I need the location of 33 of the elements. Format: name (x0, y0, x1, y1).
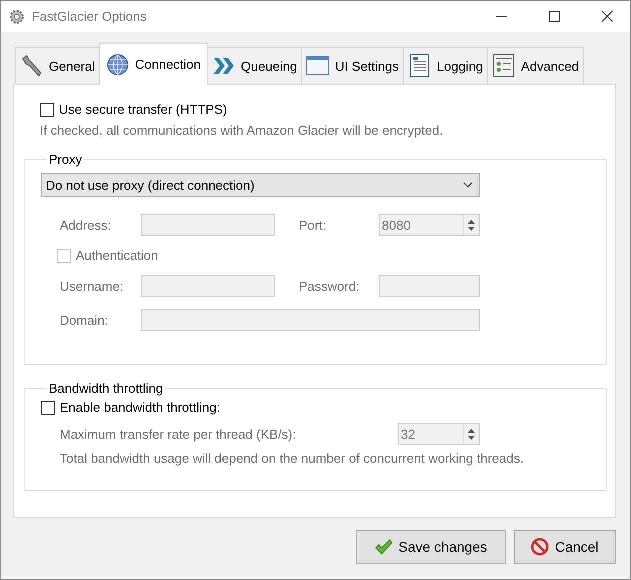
caret-icon (463, 182, 473, 188)
checkbox-label[interactable]: Use secure transfer (HTTPS) (59, 102, 228, 117)
tab[interactable]: Connection (99, 43, 208, 85)
field-label: Maximum transfer rate per thread (KB/s): (60, 426, 298, 442)
field-label: Username: (60, 278, 125, 294)
minimize-button[interactable] (496, 16, 506, 17)
group-title: Bandwidth throttling (48, 381, 164, 396)
field-label: Domain: (60, 312, 110, 328)
field-label: Address: (60, 218, 112, 232)
globe-icon (106, 52, 130, 76)
document-icon (408, 54, 432, 78)
options-list-icon (492, 54, 516, 78)
checkbox[interactable] (41, 400, 55, 414)
maximize-button[interactable] (548, 11, 560, 22)
group-title: Proxy (48, 152, 84, 167)
gear-icon (9, 8, 25, 24)
wrench-icon (20, 54, 44, 78)
checkmark-icon (374, 539, 393, 555)
cancel-button[interactable]: Cancel (514, 530, 616, 564)
hint-text: If checked, all communications with Amazon Glacier will be encrypted. (39, 123, 444, 138)
field-label: Port: (299, 218, 328, 232)
hint-text: Total bandwidth usage will depend on the number of concurrent working threads. (59, 451, 525, 466)
window-icon (306, 54, 330, 78)
save-button[interactable]: Save changes (356, 530, 506, 564)
tab[interactable]: Advanced (487, 47, 584, 84)
proxy-dropdown[interactable]: Do not use proxy (direct connection) (41, 173, 480, 197)
window-title: FastGlacier Options (32, 9, 148, 24)
prohibited-icon (531, 538, 550, 556)
field-label: Password: (299, 278, 361, 294)
checkbox-label[interactable]: Enable bandwidth throttling: (60, 400, 220, 415)
checkbox[interactable] (40, 102, 54, 116)
close-button[interactable] (602, 11, 612, 22)
tab[interactable]: General (15, 47, 100, 84)
